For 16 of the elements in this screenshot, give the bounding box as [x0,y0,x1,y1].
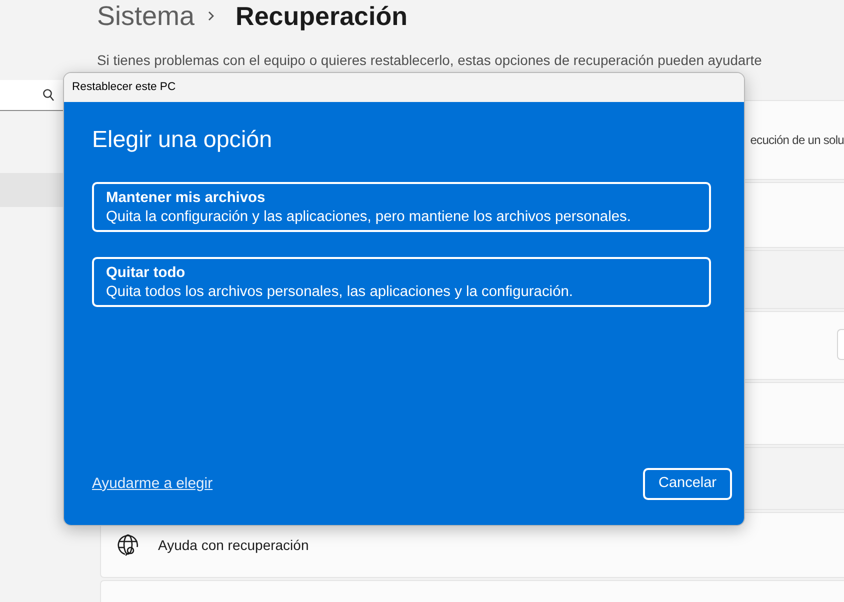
search-field[interactable] [0,80,66,111]
window-title: Restablecer este PC [72,80,176,96]
page-description: Si tienes problemas con el equipo o quieres restablecerlo, estas opciones de recuperación pueden ayudarte [97,51,762,69]
breadcrumb-parent[interactable]: Sistema [97,0,195,32]
card-title: Ayuda con recuperación [158,536,309,555]
chevron-right-icon [208,11,214,21]
sidebar-item[interactable] [0,173,66,207]
reset-option-button[interactable]: Mantener mis archivos Quita la configuración y las aplicaciones, pero mantiene los archivos personales. [92,182,711,232]
globe-search-icon [117,534,139,556]
dialog-heading: Elegir una opción [92,125,272,154]
setting-description: ecución de un solu [750,132,844,149]
cancel-button[interactable]: Cancelar [643,468,732,500]
help-link[interactable]: Ayudarme a elegir [92,472,213,496]
page-title: Recuperación [236,0,408,32]
reset-option-button[interactable]: Quitar todo Quita todos los archivos personales, las aplicaciones y la configuración. [92,257,711,307]
search-icon [43,89,54,101]
